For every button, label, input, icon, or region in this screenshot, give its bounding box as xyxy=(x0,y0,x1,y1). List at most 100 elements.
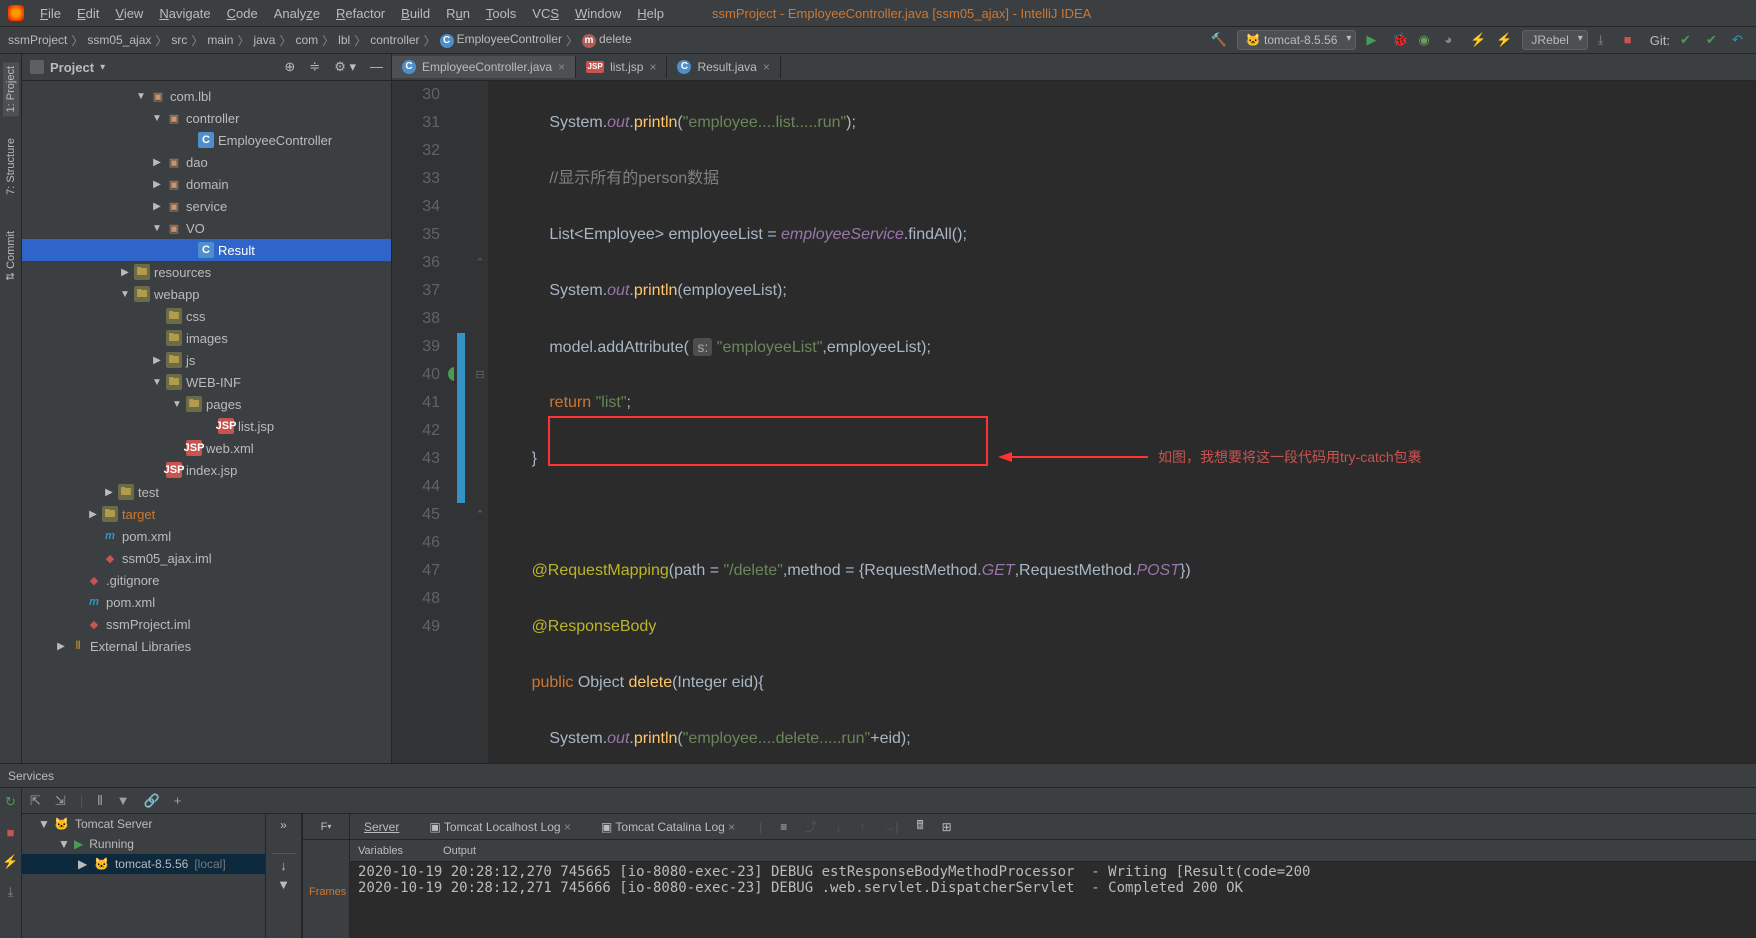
close-icon[interactable]: × xyxy=(558,60,565,74)
jrebel-debug-icon[interactable]: ⚡ xyxy=(1496,32,1512,48)
crumb[interactable]: ssm05_ajax xyxy=(87,33,151,47)
run-config-dropdown[interactable]: 🐱 tomcat-8.5.56 xyxy=(1237,30,1357,50)
menu-vcs[interactable]: VCS xyxy=(524,6,567,21)
chev-icon[interactable]: » xyxy=(280,818,287,832)
tree-row[interactable]: ▶🖿resources xyxy=(22,261,391,283)
step-into-icon[interactable]: ↓ xyxy=(835,820,841,834)
tree-row[interactable]: JSPlist.jsp xyxy=(22,415,391,437)
editor-tab[interactable]: CResult.java× xyxy=(667,56,780,78)
editor-tab[interactable]: CEmployeeController.java× xyxy=(392,56,576,78)
menu-view[interactable]: View xyxy=(107,6,151,21)
tree-row[interactable]: ▼🖿webapp xyxy=(22,283,391,305)
dropdown-icon[interactable]: ▾ xyxy=(100,62,105,73)
services-tree-row[interactable]: ▼🐱Tomcat Server xyxy=(22,814,265,834)
menu-window[interactable]: Window xyxy=(567,6,629,21)
tab-project[interactable]: 1: Project xyxy=(3,62,19,116)
services-tree-row[interactable]: ▼▶Running xyxy=(22,834,265,854)
stop-icon[interactable]: ■ xyxy=(1624,32,1640,48)
expand-icon[interactable]: ⇱ xyxy=(30,793,41,809)
editor-tab[interactable]: JSPlist.jsp× xyxy=(576,56,667,78)
console-output[interactable]: 2020-10-19 20:28:12,270 745665 [io-8080-… xyxy=(350,862,1756,938)
step-over-icon[interactable]: ⤴ xyxy=(805,818,817,835)
git-update-icon[interactable]: ↶ xyxy=(1732,32,1748,48)
tab-commit[interactable]: ⇅ Commit xyxy=(2,227,19,285)
tree-row[interactable]: ▼▣VO xyxy=(22,217,391,239)
run-icon[interactable]: ▶ xyxy=(1366,32,1382,48)
add-icon[interactable]: + xyxy=(174,793,182,808)
tree-row[interactable]: CEmployeeController xyxy=(22,129,391,151)
menu-navigate[interactable]: Navigate xyxy=(151,6,218,21)
profile-icon[interactable]: ◕ xyxy=(1444,32,1460,48)
menu-analyze[interactable]: Analyze xyxy=(266,6,328,21)
tab-structure[interactable]: 7: Structure xyxy=(3,134,19,199)
sort-icon[interactable]: ↓ xyxy=(280,858,287,873)
tree-row[interactable]: 🖿css xyxy=(22,305,391,327)
menu-file[interactable]: File xyxy=(32,6,69,21)
services-tree-row[interactable]: ▶🐱tomcat-8.5.56 [local] xyxy=(22,854,265,874)
tree-row[interactable]: ◆ssm05_ajax.iml xyxy=(22,547,391,569)
tree-row[interactable]: ▶🖿target xyxy=(22,503,391,525)
tree-row[interactable]: ◆ssmProject.iml xyxy=(22,613,391,635)
tree-row[interactable]: ▶⫴External Libraries xyxy=(22,635,391,657)
menu-code[interactable]: Code xyxy=(219,6,266,21)
funnel-icon[interactable]: ▼ xyxy=(277,877,290,892)
crumb[interactable]: main xyxy=(207,33,233,47)
menu-refactor[interactable]: Refactor xyxy=(328,6,393,21)
coverage-icon[interactable]: ◉ xyxy=(1418,32,1434,48)
menu-edit[interactable]: Edit xyxy=(69,6,107,21)
services-tree[interactable]: ▼🐱Tomcat Server▼▶Running▶🐱tomcat-8.5.56 … xyxy=(22,814,266,938)
crumb[interactable]: lbl xyxy=(338,33,350,47)
tree-row[interactable]: ▶🖿js xyxy=(22,349,391,371)
evaluate-icon[interactable]: 🖩 xyxy=(916,816,923,837)
tree-row[interactable]: mpom.xml xyxy=(22,525,391,547)
menu-run[interactable]: Run xyxy=(438,6,478,21)
tree-row[interactable]: ▼🖿pages xyxy=(22,393,391,415)
catalina-log-tab[interactable]: ▣ Tomcat Catalina Log × xyxy=(595,818,741,836)
server-tab[interactable]: Server xyxy=(358,818,405,836)
crumb[interactable]: controller xyxy=(370,33,419,47)
tree-row[interactable]: ▼🖿WEB-INF xyxy=(22,371,391,393)
debug-attach-icon[interactable]: ⤓ xyxy=(3,884,19,900)
stop-icon[interactable]: ■ xyxy=(3,824,19,840)
tree-row[interactable]: ▶▣service xyxy=(22,195,391,217)
crumb[interactable]: mdelete xyxy=(582,32,632,48)
tree-row[interactable]: mpom.xml xyxy=(22,591,391,613)
tree-row[interactable]: 🖿images xyxy=(22,327,391,349)
menu-build[interactable]: Build xyxy=(393,6,438,21)
locate-icon[interactable]: ⊕ xyxy=(284,59,295,75)
link-icon[interactable]: 🔗 xyxy=(144,793,160,809)
crumb[interactable]: com xyxy=(295,33,318,47)
menu-help[interactable]: Help xyxy=(629,6,672,21)
git-push-icon[interactable]: ✔ xyxy=(1706,32,1722,48)
tree-row[interactable]: ▼▣controller xyxy=(22,107,391,129)
group-icon[interactable]: ⫴ xyxy=(97,793,102,809)
jrebel-icon[interactable]: ⚡ xyxy=(3,854,19,870)
collapse-icon[interactable]: ≑ xyxy=(309,59,320,75)
crumb[interactable]: src xyxy=(171,33,187,47)
menu-tools[interactable]: Tools xyxy=(478,6,524,21)
debug-icon[interactable]: 🐞 xyxy=(1392,32,1408,48)
close-icon[interactable]: × xyxy=(649,60,656,74)
collapse-icon[interactable]: ⇲ xyxy=(55,793,66,809)
close-icon[interactable]: × xyxy=(763,60,770,74)
tree-row[interactable]: ◆.gitignore xyxy=(22,569,391,591)
crumb[interactable]: ssmProject xyxy=(8,33,67,47)
jrebel-run-icon[interactable]: ⚡ xyxy=(1470,32,1486,48)
console-tool-icon[interactable]: ≡ xyxy=(780,820,787,834)
tree-row[interactable]: ▶▣dao xyxy=(22,151,391,173)
layout-icon[interactable]: ⊞ xyxy=(942,820,952,834)
tree-row[interactable]: CResult xyxy=(22,239,391,261)
localhost-log-tab[interactable]: ▣ Tomcat Localhost Log × xyxy=(423,818,577,836)
tree-row[interactable]: ▼▣com.lbl xyxy=(22,85,391,107)
jrebel-dropdown[interactable]: JRebel xyxy=(1522,30,1587,50)
tree-row[interactable]: ▶🖿test xyxy=(22,481,391,503)
tree-row[interactable]: JSPindex.jsp xyxy=(22,459,391,481)
tree-row[interactable]: JSPweb.xml xyxy=(22,437,391,459)
hide-icon[interactable]: — xyxy=(370,59,383,75)
rerun-icon[interactable]: ↻ xyxy=(3,794,19,810)
crumb[interactable]: java xyxy=(253,33,275,47)
attach-icon[interactable]: ⤓ xyxy=(1598,32,1614,48)
tree-row[interactable]: ▶▣domain xyxy=(22,173,391,195)
settings-icon[interactable]: ⚙ ▾ xyxy=(334,59,356,75)
filter-icon[interactable]: ▼ xyxy=(117,793,130,808)
